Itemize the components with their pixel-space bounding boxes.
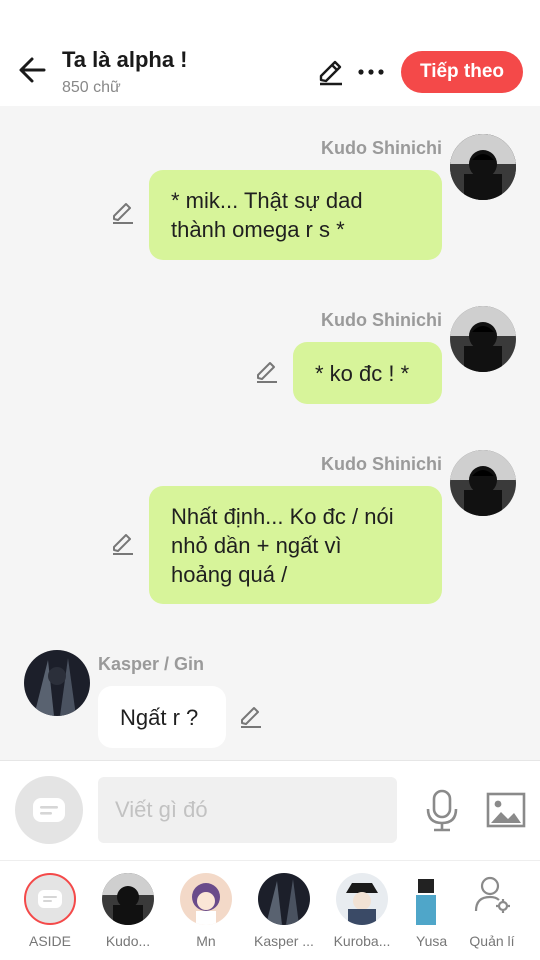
pencil-icon[interactable] [316,57,346,87]
top-bar: Ta là alpha ! 850 chữ Tiếp theo [0,0,540,106]
character-label: Mn [196,933,216,949]
aside-toggle-button[interactable] [15,776,83,844]
message-input[interactable] [98,777,397,843]
message-line: hoảng quá / [171,562,288,587]
avatar[interactable] [24,650,90,716]
edit-message-icon[interactable] [110,200,136,226]
avatar[interactable] [450,134,516,200]
character-aside[interactable]: ASIDE [10,871,90,959]
manage-characters-button[interactable]: Quản lí [452,871,532,959]
message-bubble[interactable]: * mik... Thật sự dad thành omega r s * [149,170,442,260]
edit-message-icon[interactable] [254,359,280,385]
character-label: ASIDE [28,933,71,949]
character-label: Kudo... [105,933,151,949]
avatar [336,873,388,925]
character-label: Kuroba... [333,933,391,949]
avatar [180,873,232,925]
composer-bar [0,760,540,860]
message-sender: Kasper / Gin [98,654,205,674]
message-line: Nhất định... Ko đc / nói [171,504,394,529]
edit-message-icon[interactable] [238,704,264,730]
message-bubble[interactable]: Ngất r ? [98,686,226,748]
avatar [414,873,438,925]
character-bar: ASIDE Kudo... Mn Kasper ... Kuroba... Yu… [0,860,540,960]
avatar [102,873,154,925]
aside-avatar [24,873,76,925]
user-settings-icon [474,876,510,913]
message-bubble[interactable]: Nhất định... Ko đc / nói nhỏ dần + ngất … [149,486,442,604]
character-mn[interactable]: Mn [166,871,246,959]
message-sender: Kudo Shinichi [321,138,442,158]
character-kasper[interactable]: Kasper ... [244,871,324,959]
next-button[interactable]: Tiếp theo [401,51,523,93]
character-label: Kasper ... [254,933,314,949]
message-line: nhỏ dần + ngất vì [171,533,342,558]
more-dots-icon[interactable] [356,60,386,84]
character-yusa[interactable]: Yusa [400,871,460,959]
message-sender: Kudo Shinichi [321,454,442,474]
back-arrow-icon[interactable] [16,52,50,88]
image-icon[interactable] [486,791,526,829]
chat-area[interactable]: Kudo Shinichi * mik... Thật sự dad thành… [0,106,540,760]
speech-bubble-icon [33,798,65,822]
message-sender: Kudo Shinichi [321,310,442,330]
message-bubble[interactable]: * ko đc ! * [293,342,442,404]
story-title: Ta là alpha ! [62,47,188,72]
message-line: * mik... Thật sự dad [171,188,363,213]
message-line: Ngất r ? [120,705,199,730]
avatar[interactable] [450,306,516,372]
speech-bubble-icon [38,890,62,908]
character-kudo[interactable]: Kudo... [88,871,168,959]
edit-message-icon[interactable] [110,531,136,557]
character-label: Quản lí [469,933,515,949]
microphone-icon[interactable] [424,789,460,833]
message-line: thành omega r s * [171,217,345,242]
word-count: 850 chữ [62,79,121,96]
avatar[interactable] [450,450,516,516]
character-kuroba[interactable]: Kuroba... [322,871,402,959]
message-line: * ko đc ! * [315,361,410,386]
avatar [258,873,310,925]
